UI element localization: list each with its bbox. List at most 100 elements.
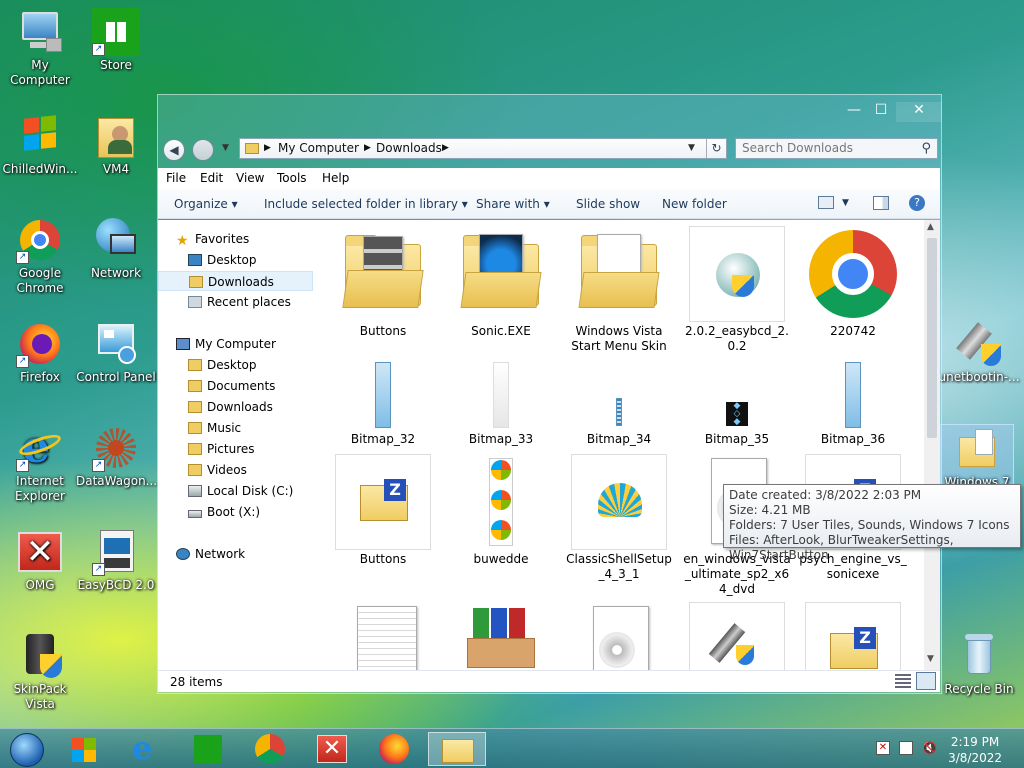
nav-recent-places[interactable]: Recent places xyxy=(188,292,291,312)
nav-boot-x[interactable]: Boot (X:) xyxy=(188,502,260,522)
taskbar-internet-explorer[interactable]: e xyxy=(120,730,172,766)
large-icons-view-icon[interactable] xyxy=(916,672,936,690)
list-item[interactable]: 2.0.2_easybcd_2.0.2 xyxy=(682,226,792,354)
scrollbar-thumb[interactable] xyxy=(927,238,937,438)
list-item[interactable]: buwedde xyxy=(446,454,556,567)
scroll-up-icon[interactable]: ▲ xyxy=(927,222,934,232)
desktop-icon-recycle-bin[interactable]: Recycle Bin xyxy=(934,632,1024,697)
list-item[interactable]: Buttons xyxy=(328,226,438,339)
list-item[interactable] xyxy=(682,602,792,670)
list-item[interactable]: Bitmap_33 xyxy=(446,358,556,447)
nav-my-computer[interactable]: My Computer xyxy=(176,334,276,354)
nav-network[interactable]: Network xyxy=(176,544,245,564)
desktop-icon-control-panel[interactable]: Control Panel xyxy=(76,320,156,385)
share-with-button[interactable]: Share with ▾ xyxy=(476,197,550,211)
search-input[interactable]: Search Downloads ⚲ xyxy=(735,138,938,159)
scroll-down-icon[interactable]: ▼ xyxy=(927,654,934,664)
menu-tools[interactable]: Tools xyxy=(277,171,307,185)
desktop-icon-firefox[interactable]: ↗ Firefox xyxy=(0,320,80,385)
breadcrumb-separator[interactable]: ▶ xyxy=(442,139,449,158)
nav-local-disk-c[interactable]: Local Disk (C:) xyxy=(188,481,293,501)
back-button[interactable]: ◀ xyxy=(163,139,185,161)
nav-computer-documents[interactable]: Documents xyxy=(188,376,275,396)
list-item[interactable]: 220742 xyxy=(798,226,908,339)
list-item[interactable]: Sonic.EXE xyxy=(446,226,556,339)
nav-favorites-downloads[interactable]: Downloads xyxy=(158,271,313,291)
taskbar-store[interactable] xyxy=(182,732,234,766)
new-folder-button[interactable]: New folder xyxy=(662,197,727,211)
desktop-icon-store[interactable]: ↗ Store xyxy=(76,8,156,73)
desktop-icon-easybcd[interactable]: ↗ EasyBCD 2.0 xyxy=(76,528,156,593)
list-item[interactable] xyxy=(446,602,556,670)
list-item[interactable] xyxy=(564,602,674,670)
list-item[interactable]: ClassicShellSetup_4_3_1 xyxy=(564,454,674,582)
clock[interactable]: 2:19 PM 3/8/2022 xyxy=(948,734,1002,766)
taskbar-file-explorer[interactable] xyxy=(428,732,486,766)
desktop-icon-internet-explorer[interactable]: e ↗ Internet Explorer xyxy=(0,424,80,504)
menu-bar: File Edit View Tools Help xyxy=(158,168,940,189)
taskbar-windows-flag[interactable] xyxy=(58,732,110,766)
usb-installer-icon xyxy=(955,320,1003,368)
nav-computer-desktop[interactable]: Desktop xyxy=(188,355,257,375)
taskbar-omg[interactable]: ✕ xyxy=(306,732,358,766)
list-item[interactable]: Bitmap_32 xyxy=(328,358,438,447)
desktop-icon-google-chrome[interactable]: ↗ Google Chrome xyxy=(0,216,80,296)
list-item[interactable]: Bitmap_34 xyxy=(564,358,674,447)
close-button[interactable]: ✕ xyxy=(896,102,942,122)
taskbar-chrome[interactable] xyxy=(244,732,296,766)
star-icon: ★ xyxy=(176,233,189,249)
slide-show-button[interactable]: Slide show xyxy=(576,197,640,211)
nav-computer-videos[interactable]: Videos xyxy=(188,460,247,480)
desktop-icon-datawagon[interactable]: ↗ DataWagon... xyxy=(76,424,157,489)
recent-pages-dropdown[interactable]: ▼ xyxy=(222,143,229,153)
list-item[interactable]: Bitmap_36 xyxy=(798,358,908,447)
folder-icon xyxy=(335,226,431,322)
breadcrumb-separator[interactable]: ▶ xyxy=(264,139,271,158)
minimize-button[interactable]: — xyxy=(841,102,867,122)
list-item[interactable]: ◆ ◇ ◆ Bitmap_35 xyxy=(682,358,792,447)
forward-button[interactable] xyxy=(192,139,214,161)
organize-button[interactable]: Organize ▾ xyxy=(174,197,238,211)
list-item[interactable]: Z xyxy=(798,602,908,670)
desktop-icon-skinpack[interactable]: SkinPack Vista xyxy=(0,632,80,712)
nav-computer-pictures[interactable]: Pictures xyxy=(188,439,255,459)
menu-edit[interactable]: Edit xyxy=(200,171,223,185)
taskbar-firefox[interactable] xyxy=(368,732,420,766)
nav-computer-music[interactable]: Music xyxy=(188,418,241,438)
desktop-icon-my-computer[interactable]: My Computer xyxy=(0,8,80,88)
maximize-button[interactable]: ☐ xyxy=(868,102,894,122)
volume-muted-icon[interactable]: 🔇 xyxy=(922,741,937,755)
breadcrumb-downloads[interactable]: Downloads xyxy=(376,139,442,158)
refresh-icon[interactable]: ↻ xyxy=(706,139,726,158)
list-item[interactable]: Windows Vista Start Menu Skin xyxy=(564,226,674,354)
menu-help[interactable]: Help xyxy=(322,171,349,185)
address-dropdown-icon[interactable]: ▼ xyxy=(688,139,695,158)
nav-computer-downloads[interactable]: Downloads xyxy=(188,397,273,417)
view-dropdown-icon[interactable]: ▼ xyxy=(842,198,849,208)
desktop-icon-vm4[interactable]: VM4 xyxy=(76,112,156,177)
desktop-icon-unetbootin[interactable]: unetbootin-... xyxy=(934,320,1024,385)
list-item[interactable]: Z Buttons xyxy=(328,454,438,567)
include-in-library-button[interactable]: Include selected folder in library ▾ xyxy=(264,197,468,211)
network-status-icon[interactable] xyxy=(899,741,913,755)
desktop-icon-chilledwin[interactable]: ChilledWin... xyxy=(0,112,80,177)
list-item[interactable] xyxy=(328,602,438,670)
orbs-icon xyxy=(453,454,549,550)
nav-favorites-desktop[interactable]: Desktop xyxy=(188,250,257,270)
breadcrumb-separator[interactable]: ▶ xyxy=(364,139,371,158)
action-center-flag-icon[interactable]: ✕ xyxy=(876,741,890,755)
preview-pane-icon[interactable] xyxy=(873,196,889,210)
menu-file[interactable]: File xyxy=(166,171,186,185)
breadcrumb-my-computer[interactable]: My Computer xyxy=(278,139,359,158)
help-icon[interactable]: ? xyxy=(909,195,925,211)
vertical-scrollbar[interactable]: ▲ ▼ xyxy=(924,220,940,670)
nav-favorites[interactable]: ★ Favorites xyxy=(176,229,249,249)
desktop-icon-omg[interactable]: ✕ OMG xyxy=(0,528,80,593)
file-explorer-icon xyxy=(442,739,474,763)
menu-view[interactable]: View xyxy=(236,171,264,185)
desktop-icon-network[interactable]: Network xyxy=(76,216,156,281)
change-view-icon[interactable] xyxy=(818,196,834,209)
address-bar[interactable]: ▶ My Computer ▶ Downloads ▶ ▼ ↻ xyxy=(239,138,727,159)
details-view-icon[interactable] xyxy=(895,674,911,688)
start-button[interactable] xyxy=(2,732,52,767)
